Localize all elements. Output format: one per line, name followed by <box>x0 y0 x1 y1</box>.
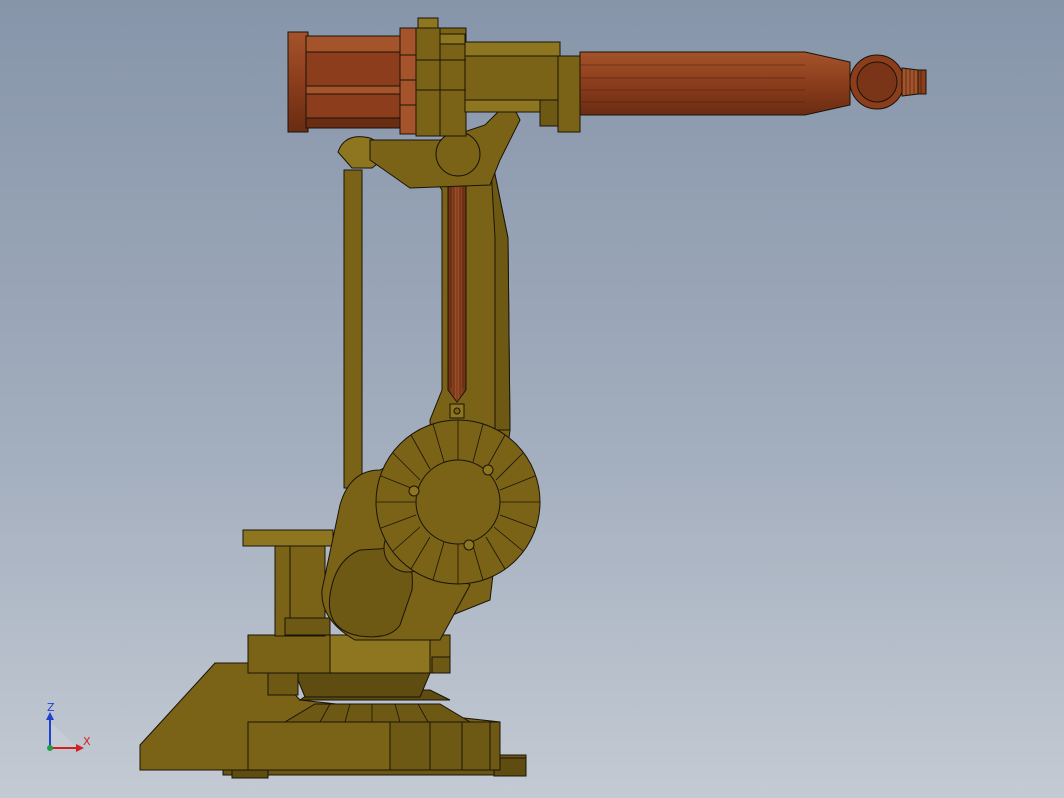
origin-icon <box>47 745 53 751</box>
cad-viewport[interactable]: Z X <box>0 0 1064 798</box>
x-axis-label: X <box>83 735 91 748</box>
robot-upper-arm <box>287 17 927 189</box>
z-axis-label: Z <box>47 701 55 714</box>
robot-model-view[interactable]: Z X <box>0 0 1064 798</box>
coordinate-triad: Z X <box>46 701 91 752</box>
robot-lower-arm <box>321 136 541 641</box>
